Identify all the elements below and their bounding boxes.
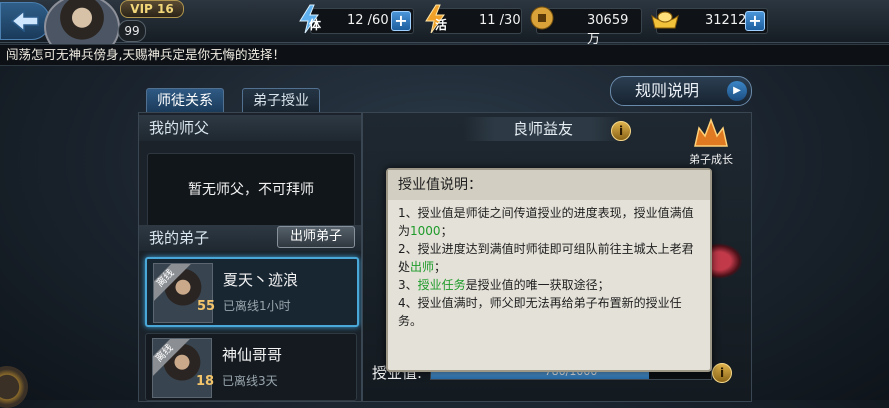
rules-button[interactable]: 规则说明 ▶ — [610, 76, 752, 106]
disciple-portrait: 离线 — [152, 338, 212, 398]
player-level: 99 — [118, 20, 146, 42]
copper-value: 30659万 — [587, 13, 629, 47]
vitality-icon: 活 — [422, 4, 448, 34]
rules-button-label: 规则说明 — [635, 81, 700, 100]
stamina-add-button[interactable]: + — [391, 11, 411, 31]
gold-ingot-icon — [650, 8, 680, 34]
gold-add-button[interactable]: + — [745, 11, 765, 31]
stamina-resource: 12 /60 + — [310, 8, 414, 34]
teaching-value-tooltip: 授业值说明： 1、授业值是师徒之间传道授业的进度表现，授业值满值为1000； 2… — [386, 168, 712, 372]
tooltip-text: ； — [440, 224, 453, 238]
disciple-level: 55 — [197, 299, 216, 314]
tooltip-line-2: 2、授业进度达到满值时师徒即可组队前往主城太上老君处出师； — [398, 240, 700, 276]
announcement-text: 闯荡怎可无神兵傍身,天赐神兵定是你无悔的选择！ — [6, 47, 285, 62]
vitality-value: 11 /30 — [479, 13, 521, 28]
tooltip-body: 1、授业值是师徒之间传道授业的进度表现，授业值满值为1000； 2、授业进度达到… — [398, 204, 700, 330]
offline-tag: 离线 — [153, 339, 190, 379]
tooltip-line-4: 4、授业值满时，师父即无法再给弟子布置新的授业任务。 — [398, 296, 682, 328]
growth-label: 弟子成长 — [689, 153, 733, 166]
stamina-value: 12 /60 — [347, 13, 389, 28]
stamina-label: 体 — [309, 18, 322, 32]
tooltip-text: 3、 — [398, 278, 418, 292]
disciple-growth-button[interactable]: 弟子成长 — [686, 117, 736, 166]
disciple-name: 神仙哥哥 — [222, 346, 283, 364]
no-master-message: 暂无师父，不可拜师 — [147, 153, 355, 227]
stamina-icon: 体 — [296, 4, 322, 34]
disciple-status: 已离线1小时 — [223, 299, 291, 313]
disciple-level: 18 — [196, 374, 215, 389]
back-button[interactable] — [0, 2, 50, 40]
play-arrow-icon: ▶ — [727, 81, 747, 101]
offline-tag: 离线 — [154, 264, 191, 304]
teaching-info-icon[interactable]: i — [712, 363, 732, 383]
disciple-row[interactable]: 离线 18 神仙哥哥 已离线3天 — [145, 333, 357, 401]
tab-disciple-teaching[interactable]: 弟子授业 — [242, 88, 320, 114]
copper-coin-icon — [530, 6, 554, 34]
disciple-status: 已离线3天 — [222, 374, 278, 388]
gold-value: 31212 — [705, 13, 747, 28]
tooltip-text: ； — [434, 260, 447, 274]
tooltip-line-3: 3、授业任务是授业值的唯一获取途径； — [398, 276, 700, 294]
tooltip-highlight: 出师 — [410, 260, 435, 274]
vitality-label: 活 — [435, 18, 448, 32]
mentor-panel-title: 良师益友 — [463, 117, 623, 141]
disciple-portrait: 离线 — [153, 263, 213, 323]
disciple-name: 夏天丶迹浪 — [223, 271, 299, 289]
top-bar: VIP 16 99 12 /60 + 体 11 /30 活 30659万 312… — [0, 0, 889, 60]
tooltip-title: 授业值说明： — [388, 170, 710, 200]
announcement-ticker: 闯荡怎可无神兵傍身,天赐神兵定是你无悔的选择！ — [0, 44, 889, 66]
tab-master-relation[interactable]: 师徒关系 — [146, 88, 224, 114]
tooltip-text: 是授业值的唯一获取途径； — [465, 278, 610, 292]
tooltip-highlight: 1000 — [410, 224, 441, 238]
my-master-heading: 我的师父 — [139, 115, 361, 141]
disciple-row[interactable]: 离线 55 夏天丶迹浪 已离线1小时 — [145, 257, 359, 327]
growth-flame-icon — [694, 117, 728, 147]
tooltip-line-1: 1、授业值是师徒之间传道授业的进度表现，授业值满值为1000； — [398, 204, 700, 240]
left-panel: 我的师父 暂无师父，不可拜师 我的弟子 出师弟子 离线 55 夏天丶迹浪 已离线… — [138, 112, 362, 402]
info-icon[interactable]: i — [611, 121, 631, 141]
graduate-disciple-button[interactable]: 出师弟子 — [277, 226, 355, 248]
tooltip-highlight: 授业任务 — [417, 278, 466, 292]
vip-badge[interactable]: VIP 16 — [120, 0, 184, 18]
menu-ring-button[interactable] — [0, 366, 28, 408]
back-arrow-icon — [10, 10, 39, 32]
